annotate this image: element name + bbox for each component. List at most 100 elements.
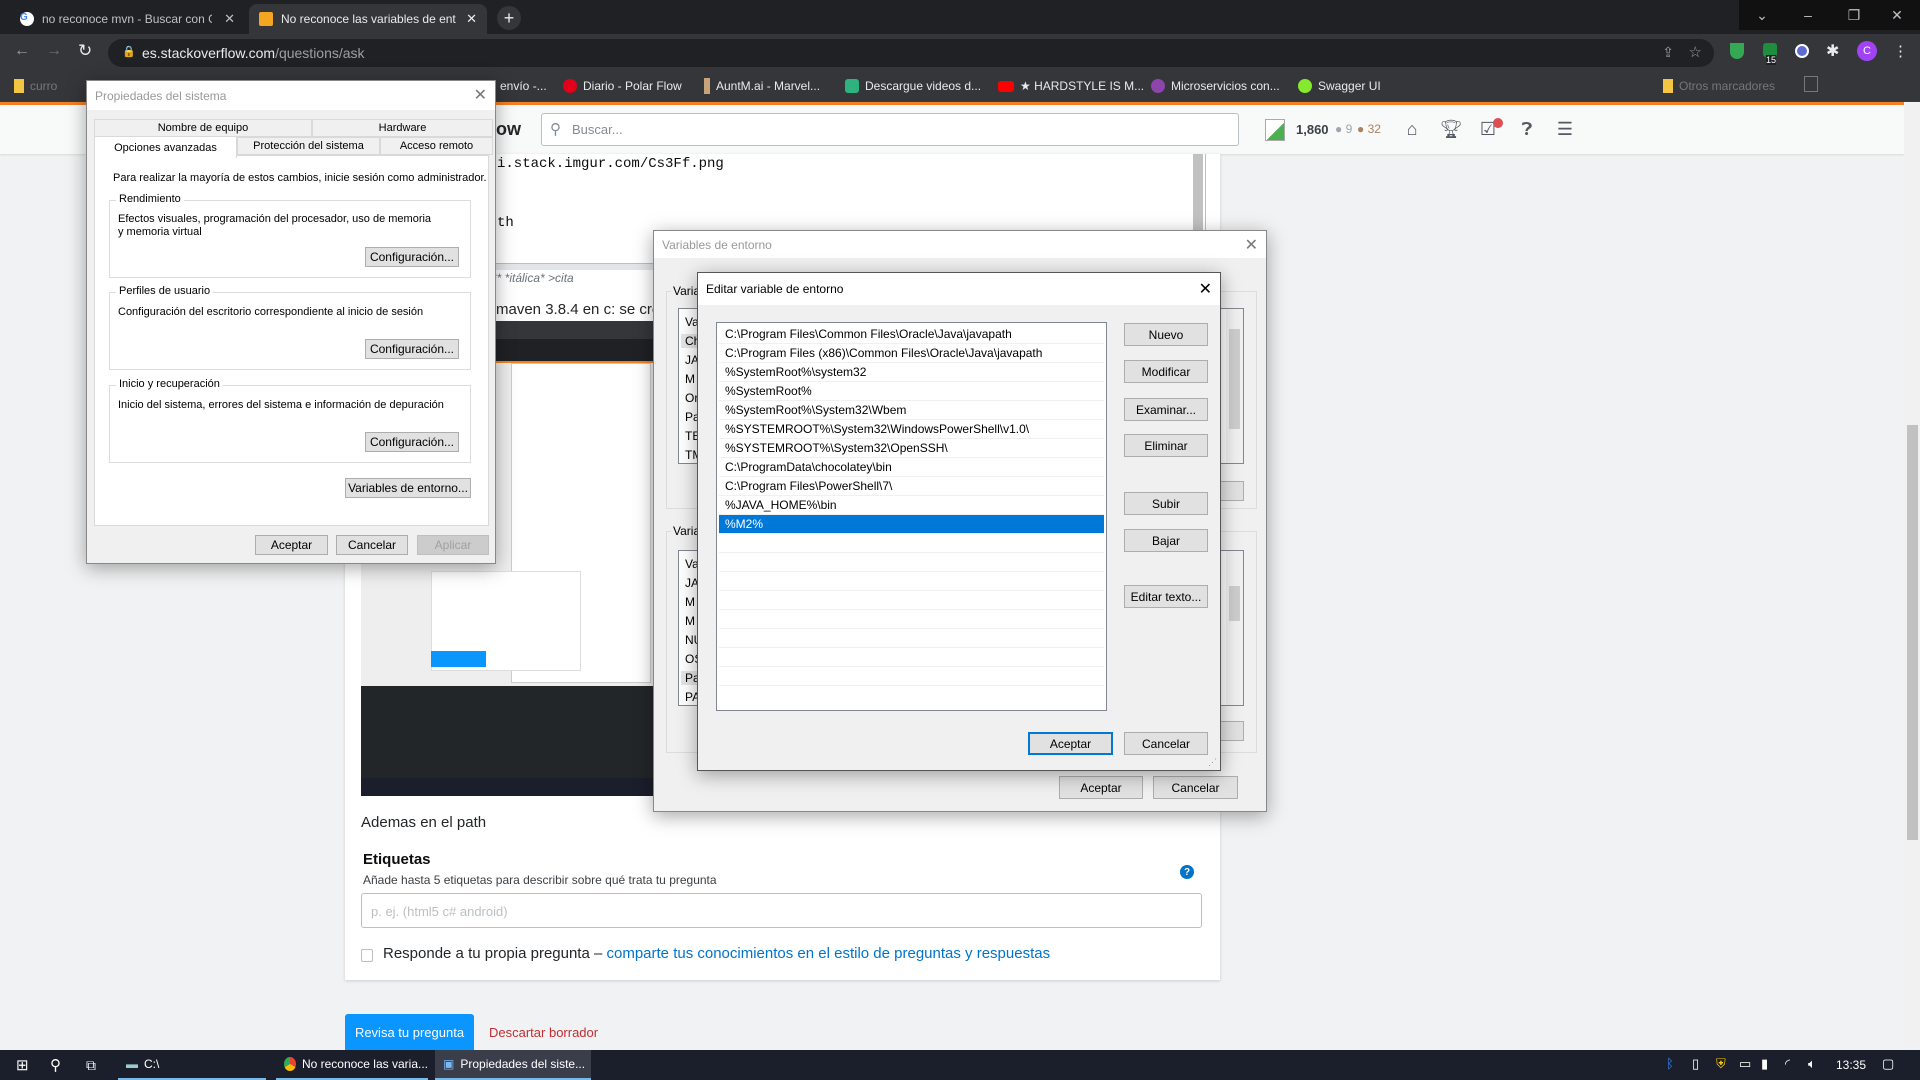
cancel-button[interactable]: Cancelar [1124,732,1208,755]
battery-icon[interactable]: ▮ [1761,1056,1768,1072]
bookmark-microservicios[interactable]: Microservicios con... [1151,76,1280,96]
path-entry-row[interactable] [719,534,1104,553]
help-icon[interactable]: ? [1180,865,1194,879]
forward-icon[interactable]: → [46,42,62,60]
bookmark-descargue-videos[interactable]: Descargue videos d... [845,76,981,96]
tab-system-protection[interactable]: Protección del sistema [237,137,380,155]
extensions-puzzle-icon[interactable]: ✱ [1826,41,1839,61]
path-entry-row[interactable]: %SYSTEMROOT%\System32\WindowsPowerShell\… [719,420,1104,439]
inbox-icon[interactable]: ⌂ [1401,118,1423,140]
cancel-button[interactable]: Cancelar [1153,776,1238,799]
other-bookmarks[interactable]: Otros marcadores [1663,76,1775,96]
answer-own-checkbox[interactable] [361,949,373,962]
tab-computer-name[interactable]: Nombre de equipo [94,119,312,137]
list-scrollbar[interactable] [1226,551,1243,705]
start-button[interactable]: ⊞ [8,1050,29,1080]
bookmark-polar-flow[interactable]: Diario - Polar Flow [563,76,682,96]
user-profiles-settings-button[interactable]: Configuración... [365,339,459,359]
review-question-button[interactable]: Revisa tu pregunta [345,1014,474,1050]
variable-row[interactable]: M [685,595,695,609]
address-bar[interactable]: 🔒 es.stackoverflow.com/questions/ask ⇪ ☆ [108,39,1714,67]
notifications-icon[interactable]: ▢ [1882,1056,1894,1072]
path-entry-row[interactable] [719,572,1104,591]
page-scrollbar[interactable] [1904,105,1920,1050]
path-entry-row[interactable]: C:\Program Files\PowerShell\7\ [719,477,1104,496]
edit-button[interactable]: Modificar [1124,360,1208,383]
resize-grip-icon[interactable]: ⋰ [1208,757,1217,768]
restore-button[interactable]: ❐ [1831,0,1877,30]
answer-own-link[interactable]: comparte tus conocimientos en el estilo … [607,945,1051,962]
browse-button[interactable]: Examinar... [1124,398,1208,421]
new-tab-button[interactable]: + [497,6,521,30]
path-entries-list[interactable]: C:\Program Files\Common Files\Oracle\Jav… [716,322,1107,711]
search-icon[interactable]: ⚲ [42,1050,61,1080]
extension-icon[interactable] [1795,44,1809,58]
site-switcher-icon[interactable]: ☰ [1554,118,1576,140]
volume-icon[interactable]: 🔈︎ [1808,1056,1816,1072]
variable-row[interactable]: M [685,372,695,386]
tab-search-icon[interactable]: ⌄ [1739,0,1785,30]
close-icon[interactable]: ✕ [1245,235,1258,255]
bluetooth-icon[interactable]: ᛒ [1666,1056,1674,1071]
scrollbar-thumb[interactable] [1907,425,1918,840]
path-entry-row[interactable] [719,610,1104,629]
trophy-icon[interactable]: 🏆︎ [1440,118,1463,140]
tags-input[interactable]: p. ej. (html5 c# android) [361,893,1202,928]
camera-icon[interactable]: ▭ [1739,1056,1751,1072]
task-view-icon[interactable]: ⧉ [78,1050,96,1080]
close-window-button[interactable]: ✕ [1874,0,1920,30]
user-avatar[interactable] [1265,119,1285,141]
tab-hardware[interactable]: Hardware [312,119,493,137]
path-entry-row[interactable]: C:\ProgramData\chocolatey\bin [719,458,1104,477]
tab-remote-access[interactable]: Acceso remoto [380,137,493,155]
reload-icon[interactable]: ↻ [78,41,92,61]
profile-avatar[interactable]: C [1857,41,1877,61]
close-tab-icon[interactable]: ✕ [224,11,235,27]
edit-text-button[interactable]: Editar texto... [1124,585,1208,608]
bookmark-swagger[interactable]: Swagger UI [1298,76,1381,96]
wifi-icon[interactable]: ◜ [1785,1056,1790,1072]
minimize-button[interactable]: – [1785,0,1831,30]
move-down-button[interactable]: Bajar [1124,529,1208,552]
tab-stackoverflow[interactable]: No reconoce las variables de entorno ✕ [249,4,487,34]
variable-row[interactable]: M [685,614,695,628]
ok-button[interactable]: Aceptar [1028,732,1113,755]
menu-kebab-icon[interactable]: ⋮ [1893,42,1908,60]
security-warning-icon[interactable]: ⛨ [1716,1056,1726,1072]
tab-google-search[interactable]: G no reconoce mvn - Buscar con Google ✕ [10,4,245,34]
path-entry-row[interactable] [719,648,1104,667]
taskbar-item-system-properties[interactable]: ▣ Propiedades del siste... [435,1050,591,1080]
path-entry-row[interactable]: %SystemRoot%\system32 [719,363,1104,382]
list-scrollbar[interactable] [1226,309,1243,463]
new-button[interactable]: Nuevo [1124,323,1208,346]
clock[interactable]: 13:35 [1836,1058,1866,1072]
path-entry-row[interactable] [719,591,1104,610]
path-entry-row[interactable] [719,553,1104,572]
tab-advanced-options[interactable]: Opciones avanzadas [94,136,237,158]
ok-button[interactable]: Aceptar [1059,776,1143,799]
performance-settings-button[interactable]: Configuración... [365,247,459,267]
path-entry-row[interactable]: C:\Program Files (x86)\Common Files\Orac… [719,344,1104,363]
bookmark-envio[interactable]: envío -... [500,76,547,96]
path-entry-row[interactable]: C:\Program Files\Common Files\Oracle\Jav… [719,325,1104,344]
discard-draft-link[interactable]: Descartar borrador [489,1025,598,1040]
reading-list-icon[interactable] [1804,76,1818,92]
close-icon[interactable]: ✕ [474,85,487,105]
share-icon[interactable]: ⇪ [1662,44,1674,61]
back-icon[interactable]: ← [14,42,30,60]
so-logo[interactable]: ow [496,119,521,140]
bookmark-star-icon[interactable]: ☆ [1689,43,1702,61]
help-icon[interactable]: ❓︎ [1516,118,1538,140]
bookmark-curro[interactable]: curro [14,76,57,96]
close-tab-icon[interactable]: ✕ [466,11,477,27]
path-entry-row[interactable]: %SystemRoot% [719,382,1104,401]
delete-button[interactable]: Eliminar [1124,434,1208,457]
bookmark-auntm[interactable]: AuntM.ai - Marvel... [704,76,820,96]
path-entry-row[interactable]: %JAVA_HOME%\bin [719,496,1104,515]
search-input[interactable]: ⚲ Buscar... [541,113,1239,146]
close-icon[interactable]: ✕ [1199,279,1212,299]
taskbar-item-explorer[interactable]: ▬ C:\ [118,1050,266,1080]
bookmark-hardstyle[interactable]: ★ HARDSTYLE IS M... [998,76,1144,96]
environment-variables-button[interactable]: Variables de entorno... [345,478,471,498]
path-entry-row[interactable]: %M2% [719,515,1104,534]
